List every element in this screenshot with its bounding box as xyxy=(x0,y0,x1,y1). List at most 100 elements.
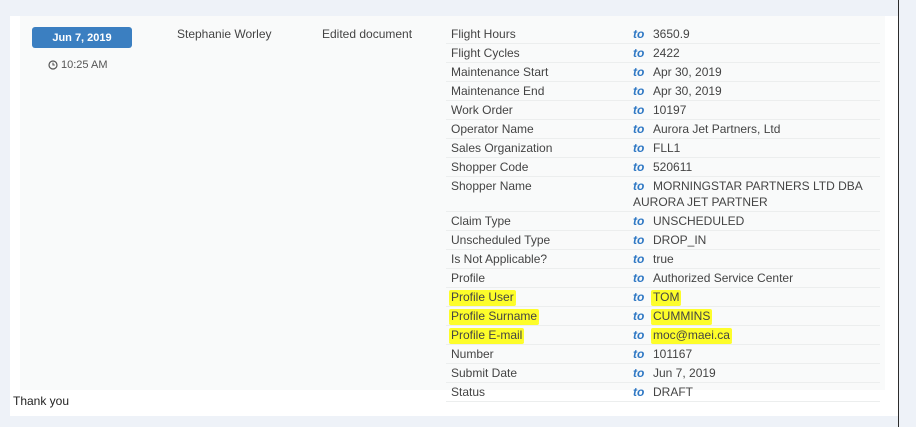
change-field: Is Not Applicable? xyxy=(446,250,633,268)
change-field-label: Sales Organization xyxy=(451,141,553,155)
to-label: to xyxy=(633,252,645,266)
change-field-label: Status xyxy=(451,385,486,399)
change-row: Profile E-mail to moc@maei.ca xyxy=(446,326,880,345)
history-panel: Jun 7, 2019 10:25 AM Stephanie Worley Ed… xyxy=(10,16,898,416)
to-label: to xyxy=(633,328,645,342)
change-field: Submit Date xyxy=(446,364,633,382)
change-value-text: 520611 xyxy=(653,160,693,174)
change-row: Maintenance Start to Apr 30, 2019 xyxy=(446,63,880,82)
change-field-label: Profile E-mail xyxy=(449,328,525,342)
change-field-label: Profile Surname xyxy=(449,309,540,323)
to-label: to xyxy=(633,65,645,79)
change-row: Flight Hours to 3650.9 xyxy=(446,25,880,44)
change-row: Profile to Authorized Service Center xyxy=(446,269,880,288)
to-label: to xyxy=(633,46,645,60)
change-row: Shopper Code to 520611 xyxy=(446,158,880,177)
change-value-text: FLL1 xyxy=(653,141,681,155)
to-label: to xyxy=(633,385,645,399)
change-value: DRAFT xyxy=(653,383,880,401)
change-value-text: MORNINGSTAR PARTNERS LTD DBA xyxy=(653,179,863,193)
change-row: Maintenance End to Apr 30, 2019 xyxy=(446,82,880,101)
change-value-text: Apr 30, 2019 xyxy=(653,65,722,79)
change-row: Flight Cycles to 2422 xyxy=(446,44,880,63)
change-row: Submit Date to Jun 7, 2019 xyxy=(446,364,880,383)
change-value: true xyxy=(653,250,880,268)
change-value-text: Apr 30, 2019 xyxy=(653,84,722,98)
change-row: Work Order to 10197 xyxy=(446,101,880,120)
change-value: 520611 xyxy=(653,158,880,176)
change-value-text: moc@maei.ca xyxy=(651,328,732,342)
change-value-text: 2422 xyxy=(653,46,680,60)
to-label: to xyxy=(633,309,645,323)
clock-icon xyxy=(48,60,58,70)
change-field-label: Number xyxy=(451,347,494,361)
divider xyxy=(898,0,899,427)
change-field-label: Maintenance Start xyxy=(451,65,549,79)
change-field-label: Maintenance End xyxy=(451,84,545,98)
change-field: Shopper Code xyxy=(446,158,633,176)
change-field-label: Flight Hours xyxy=(451,27,516,41)
change-value: 3650.9 xyxy=(653,25,880,43)
to-label: to xyxy=(633,233,645,247)
change-field-label: Is Not Applicable? xyxy=(451,252,548,266)
change-field: Maintenance Start xyxy=(446,63,633,81)
time-label: 10:25 AM xyxy=(61,59,108,71)
change-field-label: Unscheduled Type xyxy=(451,233,551,247)
to-label: to xyxy=(633,141,645,155)
change-field-label: Profile xyxy=(451,271,486,285)
date-badge: Jun 7, 2019 xyxy=(32,27,132,48)
change-field: Operator Name xyxy=(446,120,633,138)
change-row: Operator Name to Aurora Jet Partners, Ltd xyxy=(446,120,880,139)
to-label: to xyxy=(633,160,645,174)
change-value: 10197 xyxy=(653,101,880,119)
change-field: Profile Surname xyxy=(446,307,633,325)
change-row: Unscheduled Type to DROP_IN xyxy=(446,231,880,250)
change-value: DROP_IN xyxy=(653,231,880,249)
change-value: Jun 7, 2019 xyxy=(653,364,880,382)
change-field: Flight Hours xyxy=(446,25,633,43)
action-label: Edited document xyxy=(322,27,413,41)
change-row: Profile User to TOM xyxy=(446,288,880,307)
change-list: Flight Hours to 3650.9 Flight Cycles to 2422 M… xyxy=(446,25,880,402)
change-value-text: DROP_IN xyxy=(653,233,707,247)
change-value: Apr 30, 2019 xyxy=(653,82,880,100)
change-field-label: Operator Name xyxy=(451,122,534,136)
change-value: Apr 30, 2019 xyxy=(653,63,880,81)
change-field: Work Order xyxy=(446,101,633,119)
change-value-text: 10197 xyxy=(653,103,687,117)
change-value: 2422 xyxy=(653,44,880,62)
to-label: to xyxy=(633,347,645,361)
to-label: to xyxy=(633,122,645,136)
change-value: moc@maei.ca xyxy=(651,326,880,344)
change-value: 101167 xyxy=(653,345,880,363)
change-field: Sales Organization xyxy=(446,139,633,157)
change-row: Number to 101167 xyxy=(446,345,880,364)
change-value-text: 3650.9 xyxy=(653,27,690,41)
change-value-text: UNSCHEDULED xyxy=(653,214,745,228)
to-label: to xyxy=(633,290,645,304)
change-field: Number xyxy=(446,345,633,363)
change-value-continued: AURORA JET PARTNER xyxy=(633,195,768,209)
change-value-text: Jun 7, 2019 xyxy=(653,366,716,380)
change-value: TOM xyxy=(651,288,880,306)
change-value-text: TOM xyxy=(651,290,682,304)
to-label: to xyxy=(633,27,645,41)
change-field: Status xyxy=(446,383,633,401)
change-field-label: Flight Cycles xyxy=(451,46,520,60)
change-value-text: 101167 xyxy=(653,347,693,361)
change-field-label: Profile User xyxy=(449,290,516,304)
change-value-text: CUMMINS xyxy=(651,309,713,323)
to-label: to xyxy=(633,271,645,285)
change-field: Claim Type xyxy=(446,212,633,230)
footer-text: Thank you xyxy=(13,394,70,408)
change-field-label: Shopper Name xyxy=(451,179,532,193)
change-value: FLL1 xyxy=(653,139,880,157)
change-value-text: Aurora Jet Partners, Ltd xyxy=(653,122,781,136)
change-field: Unscheduled Type xyxy=(446,231,633,249)
change-field: Profile E-mail xyxy=(446,326,633,344)
change-field: Profile User xyxy=(446,288,633,306)
change-field-label: Work Order xyxy=(451,103,513,117)
change-value: Aurora Jet Partners, Ltd xyxy=(653,120,880,138)
change-row: Sales Organization to FLL1 xyxy=(446,139,880,158)
to-label: to xyxy=(633,103,645,117)
